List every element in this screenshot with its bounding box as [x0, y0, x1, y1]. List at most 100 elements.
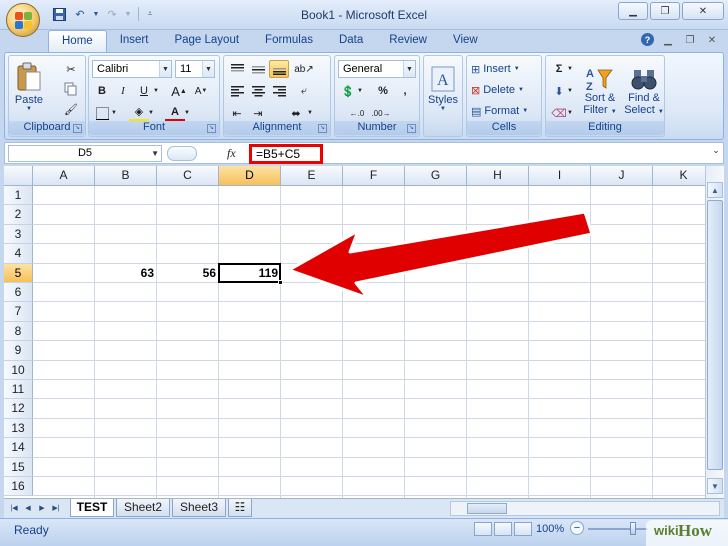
column-header-c[interactable]: C	[157, 166, 219, 186]
row-header-9[interactable]: 9	[4, 341, 33, 361]
minimize-workbook-button[interactable]: ▁	[660, 33, 676, 47]
row-header-12[interactable]: 12	[4, 399, 33, 419]
tab-home[interactable]: Home	[48, 30, 107, 52]
formula-input[interactable]: =B5+C5	[249, 144, 323, 164]
column-header-b[interactable]: B	[95, 166, 157, 186]
row-header-10[interactable]: 10	[4, 360, 33, 380]
bold-button[interactable]: B	[92, 82, 112, 100]
font-size-select[interactable]: 11 ▼	[175, 60, 215, 78]
cell-b5[interactable]: 63	[95, 264, 157, 283]
align-right-icon[interactable]	[269, 82, 289, 100]
merge-center-icon[interactable]: ⬌	[286, 104, 306, 122]
wrap-text-icon[interactable]: ⤶	[294, 82, 314, 100]
align-top-icon[interactable]	[227, 60, 247, 78]
paste-button[interactable]: Paste ▼	[13, 60, 45, 114]
column-header-f[interactable]: F	[343, 166, 405, 186]
tab-insert[interactable]: Insert	[107, 30, 162, 52]
styles-button[interactable]: A Styles ▼	[426, 60, 460, 118]
fill-color-dropdown-icon[interactable]: ▼	[147, 104, 155, 122]
row-header-5[interactable]: 5	[4, 263, 33, 283]
sheet-tab-sheet3[interactable]: Sheet3	[172, 499, 226, 517]
tab-view[interactable]: View	[440, 30, 491, 52]
fill-dropdown-icon[interactable]: ▼	[566, 82, 574, 100]
sheet-tab-sheet2[interactable]: Sheet2	[116, 499, 170, 517]
page-break-view-icon[interactable]	[514, 522, 532, 536]
find-select-button[interactable]: Find & Select ▼	[624, 60, 664, 122]
close-workbook-button[interactable]: ✕	[704, 33, 720, 47]
zoom-slider-track[interactable]	[588, 528, 648, 530]
row-header-6[interactable]: 6	[4, 283, 33, 303]
accounting-format-icon[interactable]: 💲	[338, 82, 358, 100]
format-painter-icon[interactable]: 🖌	[61, 100, 81, 118]
row-header-11[interactable]: 11	[4, 380, 33, 400]
clipboard-launcher-icon[interactable]: ↘	[73, 124, 82, 133]
last-sheet-icon[interactable]: ▶|	[50, 502, 62, 515]
tab-data[interactable]: Data	[326, 30, 376, 52]
fill-handle[interactable]	[278, 280, 283, 285]
comma-style-button[interactable]: ,	[395, 82, 415, 100]
column-header-d[interactable]: D	[219, 166, 281, 186]
column-header-a[interactable]: A	[33, 166, 95, 186]
increase-indent-icon[interactable]: ⇥	[248, 104, 268, 122]
borders-icon[interactable]	[92, 104, 112, 122]
column-header-h[interactable]: H	[467, 166, 529, 186]
column-header-j[interactable]: J	[591, 166, 653, 186]
row-header-3[interactable]: 3	[4, 224, 33, 245]
name-box[interactable]: D5 ▼	[8, 145, 162, 162]
horizontal-scroll-thumb[interactable]	[467, 503, 507, 514]
vertical-scroll-thumb[interactable]	[707, 200, 723, 470]
restore-workbook-button[interactable]: ❐	[682, 33, 698, 47]
percent-style-button[interactable]: %	[373, 82, 393, 100]
row-header-4[interactable]: 4	[4, 244, 33, 264]
insert-function-button[interactable]: fx	[227, 146, 236, 161]
accounting-dropdown-icon[interactable]: ▼	[356, 82, 364, 100]
row-header-13[interactable]: 13	[4, 418, 33, 439]
grow-font-icon[interactable]: A ▲	[169, 82, 189, 100]
horizontal-scrollbar[interactable]	[450, 501, 720, 516]
scroll-up-icon[interactable]: ▲	[707, 182, 723, 198]
column-header-e[interactable]: E	[281, 166, 343, 186]
font-launcher-icon[interactable]: ↘	[207, 124, 216, 133]
italic-button[interactable]: I	[113, 82, 133, 100]
underline-dropdown-icon[interactable]: ▼	[152, 82, 160, 100]
tab-page-layout[interactable]: Page Layout	[161, 30, 252, 52]
sheet-tab-test[interactable]: TEST	[70, 499, 114, 517]
underline-button[interactable]: U	[134, 82, 154, 100]
alignment-launcher-icon[interactable]: ↘	[318, 124, 327, 133]
align-center-icon[interactable]	[248, 82, 268, 100]
zoom-level[interactable]: 100%	[536, 523, 564, 535]
decrease-indent-icon[interactable]: ⇤	[227, 104, 247, 122]
increase-decimal-icon[interactable]: ←.0	[347, 104, 367, 122]
row-header-15[interactable]: 15	[4, 457, 33, 477]
column-header-g[interactable]: G	[405, 166, 467, 186]
office-button[interactable]	[6, 3, 40, 37]
merge-dropdown-icon[interactable]: ▼	[306, 104, 314, 122]
font-name-select[interactable]: Calibri ▼	[92, 60, 172, 78]
tab-review[interactable]: Review	[376, 30, 440, 52]
next-sheet-icon[interactable]: ▶	[36, 502, 48, 515]
font-color-icon[interactable]: A	[165, 104, 185, 122]
maximize-button[interactable]: ❐	[650, 2, 680, 20]
shrink-font-icon[interactable]: A ▼	[191, 82, 211, 100]
delete-cells-button[interactable]: ⊠ Delete ▼	[471, 81, 524, 99]
borders-dropdown-icon[interactable]: ▼	[110, 104, 118, 122]
orientation-icon[interactable]: ab↗	[294, 60, 314, 78]
number-format-select[interactable]: General ▼	[338, 60, 416, 78]
row-header-7[interactable]: 7	[4, 302, 33, 322]
copy-icon[interactable]	[61, 80, 81, 98]
tab-formulas[interactable]: Formulas	[252, 30, 326, 52]
prev-sheet-icon[interactable]: ◀	[22, 502, 34, 515]
worksheet-grid[interactable]: A B C D E F G H I J K 1 2 3 4 5 6 7 8 9 10 11 12 13 14 15 16 63 56 11…	[4, 166, 705, 498]
row-header-16[interactable]: 16	[4, 477, 33, 497]
column-header-k[interactable]: K	[653, 166, 705, 186]
first-sheet-icon[interactable]: |◀	[8, 502, 20, 515]
insert-sheet-icon[interactable]: ☷	[228, 499, 252, 517]
select-all-button[interactable]	[4, 166, 33, 186]
normal-view-icon[interactable]	[474, 522, 492, 536]
fill-color-icon[interactable]: ◈	[129, 104, 149, 122]
row-header-8[interactable]: 8	[4, 321, 33, 342]
clear-dropdown-icon[interactable]: ▼	[566, 104, 574, 122]
minimize-button[interactable]: ▁	[618, 2, 648, 20]
zoom-slider-thumb[interactable]	[630, 522, 636, 535]
vertical-scrollbar[interactable]: ▲ ▼	[705, 166, 724, 498]
